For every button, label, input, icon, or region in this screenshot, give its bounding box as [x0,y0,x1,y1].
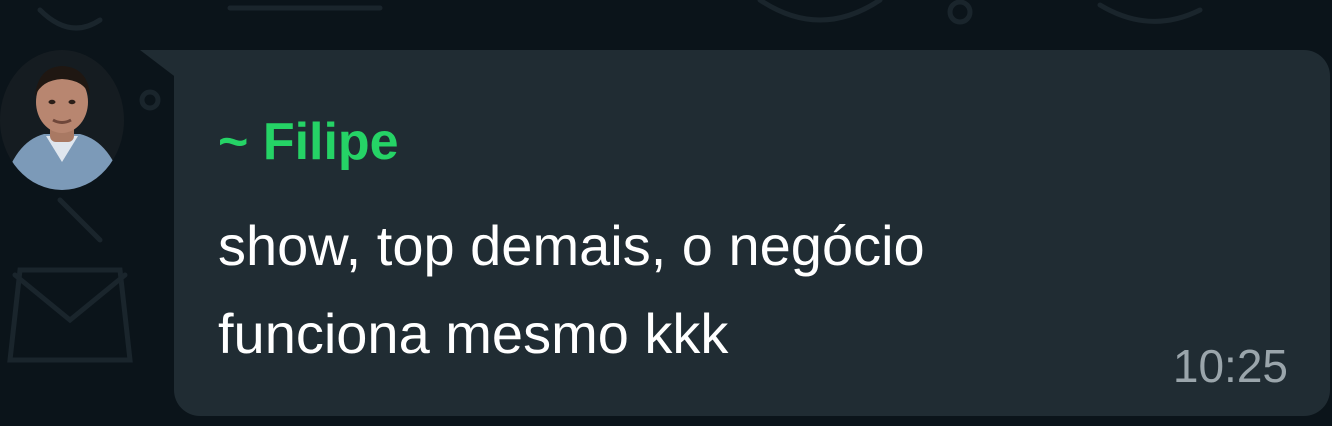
user-photo-icon [0,50,124,190]
sender-name[interactable]: ~ Filipe [218,112,399,172]
message-bubble[interactable]: ~ Filipe show, top demais, o negócio fun… [174,50,1330,416]
message-timestamp: 10:25 [1172,340,1288,392]
avatar[interactable] [0,50,124,190]
message-line: show, top demais, o negócio [218,214,925,277]
message-line: funciona mesmo kkk [218,302,729,365]
message-text: show, top demais, o negócio funciona mes… [218,202,1178,378]
